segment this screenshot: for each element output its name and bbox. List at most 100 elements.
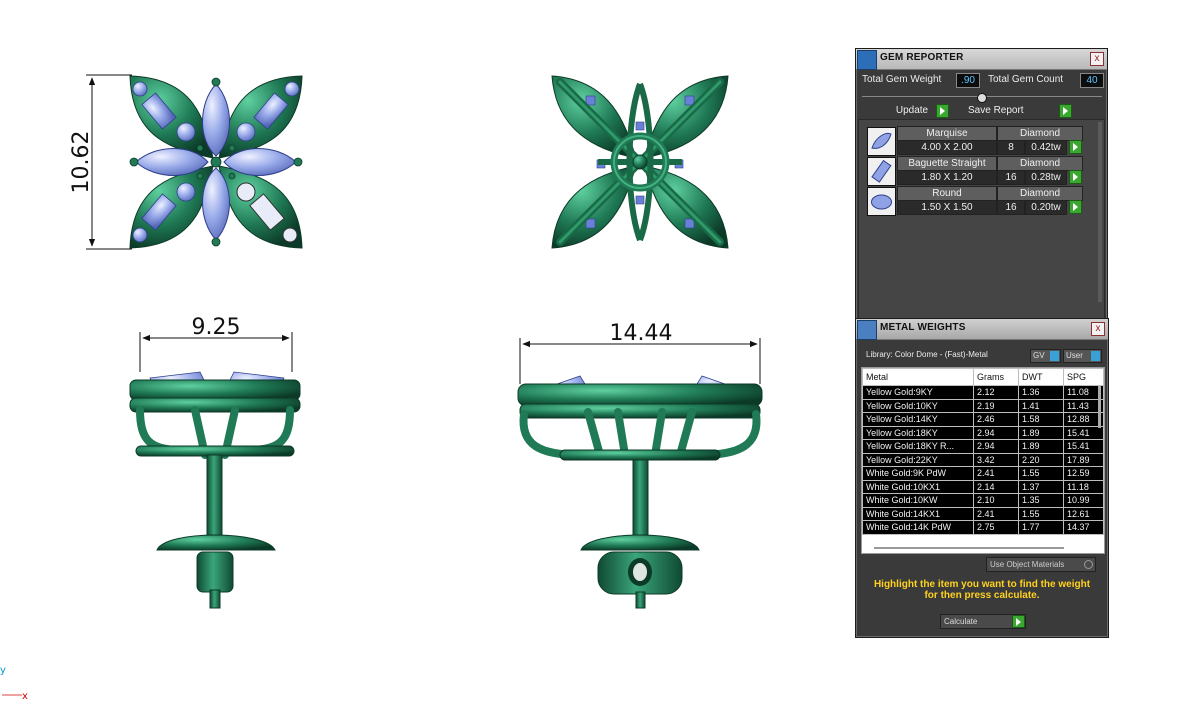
axis-indicator: x y — [0, 665, 28, 702]
gem-row-baguette[interactable]: Baguette Straight Diamond 1.80 X 1.20 16… — [867, 156, 1095, 186]
spg-value: 17.89 — [1063, 452, 1104, 467]
metal-weights-close-icon[interactable]: x — [1091, 322, 1105, 336]
metal-weights-titlebar[interactable]: METAL WEIGHTS x — [856, 319, 1108, 340]
metal-name: White Gold:14K PdW — [862, 520, 974, 535]
dwt-value: 1.58 — [1018, 412, 1064, 427]
gem-list-scrollbar[interactable] — [1098, 122, 1102, 302]
table-row[interactable]: Yellow Gold:22KY 3.42 2.20 17.89 — [862, 452, 1104, 467]
viewport-drawing: 10.62 9.25 14.44 x y — [0, 74, 763, 702]
calculate-hint: Highlight the item you want to find the … — [873, 579, 1091, 601]
axis-y-label: y — [0, 665, 6, 676]
metal-name: Yellow Gold:22KY — [862, 452, 974, 467]
gem-shape: Marquise — [897, 126, 997, 141]
calculate-go-icon — [1012, 615, 1025, 628]
gem-reporter-titlebar[interactable]: GEM REPORTER x — [856, 49, 1107, 70]
gem-size: 1.80 X 1.20 — [897, 170, 997, 185]
metal-table-vscroll[interactable] — [1098, 386, 1101, 428]
dwt-value: 1.37 — [1018, 479, 1064, 494]
metal-table-body: Yellow Gold:9KY 2.12 1.36 11.08 Yellow Gold:… — [862, 385, 1104, 535]
gem-row-marquise[interactable]: Marquise Diamond 4.00 X 2.00 8 0.42tw — [867, 126, 1095, 156]
col-spg[interactable]: SPG — [1063, 368, 1104, 386]
dimension-width-front-label: 14.44 — [610, 321, 673, 346]
metal-table: Metal Grams DWT SPG Yellow Gold:9KY 2.12 1… — [862, 368, 1104, 535]
gem-reporter-close-icon[interactable]: x — [1090, 52, 1104, 66]
total-gem-count-label: Total Gem Count — [988, 74, 1064, 85]
col-dwt[interactable]: DWT — [1018, 368, 1064, 386]
dimension-width-side: 9.25 — [139, 315, 293, 372]
grams-value: 2.46 — [973, 412, 1019, 427]
gem-reporter-title: GEM REPORTER — [880, 52, 964, 63]
gem-size: 4.00 X 2.00 — [897, 140, 997, 155]
gv-toggle-box — [1050, 351, 1059, 361]
gem-go-icon[interactable] — [1069, 140, 1082, 154]
grams-value: 2.41 — [973, 506, 1019, 521]
use-object-materials-radio-icon — [1084, 560, 1093, 569]
gv-toggle[interactable]: GV — [1030, 349, 1061, 363]
gem-material: Diamond — [997, 126, 1083, 141]
calculate-label: Calculate — [944, 617, 978, 626]
table-row[interactable]: White Gold:10KX1 2.14 1.37 11.18 — [862, 479, 1104, 494]
update-go-icon[interactable] — [936, 104, 949, 118]
user-toggle-box — [1091, 351, 1100, 361]
table-row[interactable]: Yellow Gold:14KY 2.46 1.58 12.88 — [862, 412, 1104, 427]
metal-table-hscroll[interactable] — [874, 547, 1064, 549]
metal-table-header: Metal Grams DWT SPG — [862, 368, 1104, 386]
cad-viewport[interactable]: 10.62 9.25 14.44 x y — [0, 0, 850, 706]
table-row[interactable]: White Gold:14KX1 2.41 1.55 12.61 — [862, 506, 1104, 521]
calculate-button[interactable]: Calculate — [940, 614, 1026, 629]
spg-value: 10.99 — [1063, 493, 1104, 508]
grams-value: 2.94 — [973, 439, 1019, 454]
table-row[interactable]: Yellow Gold:18KY 2.94 1.89 15.41 — [862, 425, 1104, 440]
gem-material: Diamond — [997, 186, 1083, 201]
grams-value: 2.94 — [973, 425, 1019, 440]
grams-value: 3.42 — [973, 452, 1019, 467]
col-grams[interactable]: Grams — [973, 368, 1019, 386]
table-row[interactable]: Yellow Gold:10KY 2.19 1.41 11.43 — [862, 398, 1104, 413]
metal-table-container[interactable]: Metal Grams DWT SPG Yellow Gold:9KY 2.12 1… — [861, 367, 1105, 554]
gem-reporter-panel: GEM REPORTER x Total Gem Weight .90 Tota… — [855, 48, 1108, 322]
user-toggle[interactable]: User — [1063, 349, 1102, 363]
total-gem-weight-value: .90 — [956, 73, 980, 88]
top-view-earring — [129, 75, 303, 249]
spg-value: 12.59 — [1063, 466, 1104, 481]
marquise-thumbnail-icon — [867, 127, 896, 156]
table-row[interactable]: White Gold:14K PdW 2.75 1.77 14.37 — [862, 520, 1104, 535]
spg-value: 14.37 — [1063, 520, 1104, 535]
dwt-value: 1.41 — [1018, 398, 1064, 413]
spg-value: 12.61 — [1063, 506, 1104, 521]
side-view-earring — [129, 371, 301, 609]
dwt-value: 1.89 — [1018, 439, 1064, 454]
gem-row-round[interactable]: Round Diamond 1.50 X 1.50 16 0.20tw — [867, 186, 1095, 216]
save-report-go-icon[interactable] — [1059, 104, 1072, 118]
dwt-value: 1.55 — [1018, 466, 1064, 481]
metal-name: White Gold:10KW — [862, 493, 974, 508]
use-object-materials-checkbox[interactable]: Use Object Materials — [986, 557, 1096, 572]
gem-count: 16 — [997, 200, 1025, 215]
baguette-thumbnail-icon — [867, 157, 896, 186]
update-button[interactable]: Update — [888, 104, 936, 117]
table-row[interactable]: Yellow Gold:9KY 2.12 1.36 11.08 — [862, 385, 1104, 400]
dimension-height-label: 10.62 — [69, 131, 94, 194]
user-toggle-label: User — [1066, 351, 1083, 360]
bottom-view-earring — [551, 75, 729, 249]
front-view-earring — [517, 375, 763, 609]
gem-reporter-slider[interactable] — [862, 93, 1102, 103]
metal-name: Yellow Gold:18KY R... — [862, 439, 974, 454]
metal-name: Yellow Gold:18KY — [862, 425, 974, 440]
dwt-value: 1.89 — [1018, 425, 1064, 440]
save-report-button[interactable]: Save Report — [968, 104, 1056, 117]
gem-shape: Round — [897, 186, 997, 201]
metal-name: White Gold:9K PdW — [862, 466, 974, 481]
spg-value: 11.18 — [1063, 479, 1104, 494]
table-row[interactable]: White Gold:10KW 2.10 1.35 10.99 — [862, 493, 1104, 508]
table-row[interactable]: White Gold:9K PdW 2.41 1.55 12.59 — [862, 466, 1104, 481]
gem-go-icon[interactable] — [1069, 170, 1082, 184]
col-metal[interactable]: Metal — [862, 368, 974, 386]
slider-thumb[interactable] — [977, 93, 987, 103]
dwt-value: 2.20 — [1018, 452, 1064, 467]
grams-value: 2.19 — [973, 398, 1019, 413]
gem-go-icon[interactable] — [1069, 200, 1082, 214]
dimension-width-side-label: 9.25 — [192, 315, 241, 340]
gem-size: 1.50 X 1.50 — [897, 200, 997, 215]
table-row[interactable]: Yellow Gold:18KY R... 2.94 1.89 15.41 — [862, 439, 1104, 454]
